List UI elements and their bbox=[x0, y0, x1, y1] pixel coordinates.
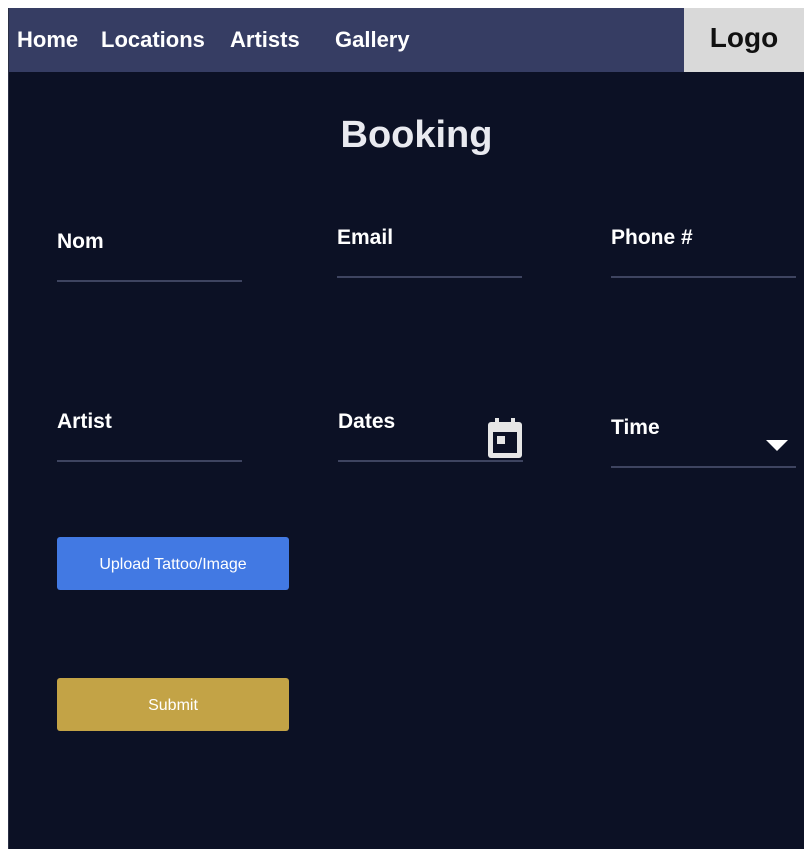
artist-field-label: Artist bbox=[57, 410, 112, 433]
nav-home-link[interactable]: Home bbox=[17, 8, 78, 72]
nav-artists-link[interactable]: Artists bbox=[230, 8, 300, 72]
time-field[interactable]: Time bbox=[611, 416, 796, 468]
booking-page: Home Locations Artists Gallery Logo Book… bbox=[8, 8, 804, 849]
chevron-down-icon[interactable] bbox=[766, 440, 788, 451]
name-field-label: Nom bbox=[57, 230, 104, 253]
nav-locations-link[interactable]: Locations bbox=[101, 8, 205, 72]
nav-gallery-link[interactable]: Gallery bbox=[335, 8, 410, 72]
dates-field[interactable]: Dates bbox=[338, 410, 523, 462]
phone-field-label: Phone # bbox=[611, 226, 693, 249]
logo[interactable]: Logo bbox=[684, 8, 804, 72]
email-field-label: Email bbox=[337, 226, 394, 249]
submit-button[interactable]: Submit bbox=[57, 678, 289, 731]
artist-field[interactable]: Artist bbox=[57, 410, 242, 462]
name-field[interactable]: Nom bbox=[57, 230, 242, 282]
top-navbar: Home Locations Artists Gallery Logo bbox=[9, 8, 804, 72]
email-field[interactable]: Email bbox=[337, 226, 522, 278]
time-field-label: Time bbox=[611, 416, 660, 439]
page-title: Booking bbox=[340, 114, 493, 156]
phone-field[interactable]: Phone # bbox=[611, 226, 796, 278]
upload-tattoo-button[interactable]: Upload Tattoo/Image bbox=[57, 537, 289, 590]
calendar-icon[interactable] bbox=[486, 418, 524, 458]
dates-field-label: Dates bbox=[338, 410, 396, 433]
